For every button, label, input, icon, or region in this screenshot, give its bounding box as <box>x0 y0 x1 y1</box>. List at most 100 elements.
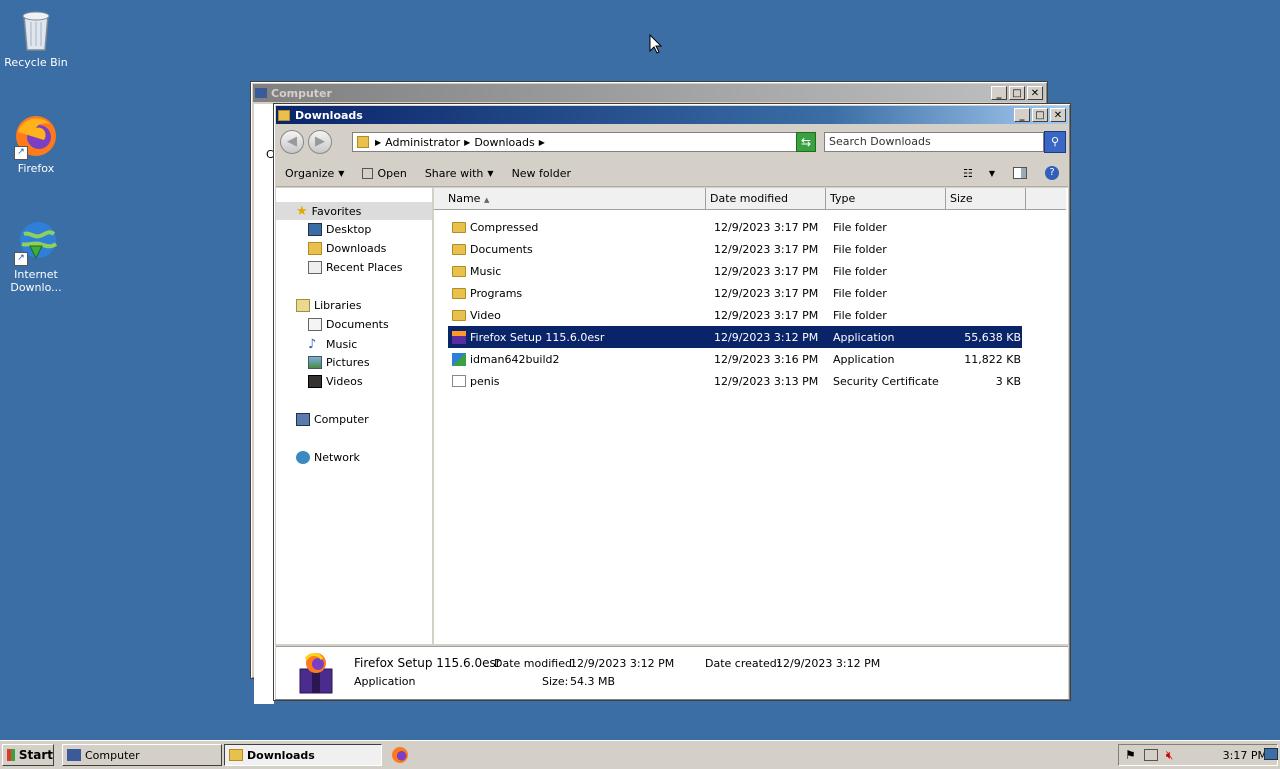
file-name: idman642build2 <box>470 352 560 366</box>
refresh-button[interactable]: ⇆ <box>796 132 816 152</box>
organize-button[interactable]: Organize ▼ <box>276 167 353 180</box>
close-button[interactable]: ✕ <box>1027 86 1043 100</box>
file-date-modified: 12/9/2023 3:16 PM <box>714 352 819 366</box>
nav-label: Computer <box>314 413 369 426</box>
recycle-bin-icon <box>12 6 60 54</box>
open-button[interactable]: Open <box>353 167 415 180</box>
search-input[interactable]: Search Downloads <box>824 132 1044 152</box>
start-button[interactable]: Start <box>2 744 54 766</box>
downloads-folder-icon <box>357 136 369 148</box>
column-header-name[interactable]: Name ▲ <box>434 188 706 210</box>
nav-favorites[interactable]: ★ Favorites <box>296 204 361 219</box>
network-status-icon[interactable] <box>1143 749 1158 761</box>
file-name: Documents <box>470 242 533 256</box>
flag-icon[interactable]: ⚑ <box>1125 748 1136 762</box>
file-row[interactable]: Music 12/9/2023 3:17 PM File folder <box>448 260 1022 282</box>
show-desktop-button[interactable] <box>1264 748 1278 760</box>
folder-icon <box>452 221 466 233</box>
file-row[interactable]: Video 12/9/2023 3:17 PM File folder <box>448 304 1022 326</box>
nav-music[interactable]: ♪ Music <box>308 337 357 352</box>
file-type: Application <box>833 352 895 366</box>
details-size-value: 54.3 MB <box>570 675 616 688</box>
open-label: Open <box>377 166 407 180</box>
maximize-button[interactable]: □ <box>1009 86 1025 100</box>
file-size: 11,822 KB <box>964 352 1021 366</box>
nav-recent-places[interactable]: Recent Places <box>308 261 403 274</box>
nav-documents[interactable]: Documents <box>308 318 389 331</box>
details-date-modified-label: Date modified: <box>494 657 576 670</box>
nav-network[interactable]: Network <box>296 451 360 464</box>
column-header-size[interactable]: Size <box>946 188 1026 210</box>
taskbar-item-label: Downloads <box>247 748 315 762</box>
search-icon[interactable]: ⚲ <box>1044 131 1066 153</box>
computer-window-titlebar[interactable]: Computer _ □ ✕ <box>253 84 1045 102</box>
nav-downloads[interactable]: Downloads <box>308 242 386 255</box>
nav-videos[interactable]: Videos <box>308 375 363 388</box>
file-list: Name ▲ Date modified Type Size Compresse… <box>434 188 1068 644</box>
file-name: Music <box>470 264 502 278</box>
file-row[interactable]: Programs 12/9/2023 3:17 PM File folder <box>448 282 1022 304</box>
breadcrumb-separator-icon: ▶ <box>538 137 545 147</box>
downloads-folder-icon <box>308 242 322 255</box>
navigation-pane: ★ Favorites Desktop Downloads Recent Plac… <box>276 188 434 644</box>
new-folder-button[interactable]: New folder <box>503 167 580 180</box>
column-header-type[interactable]: Type <box>826 188 946 210</box>
start-label: Start <box>18 748 53 762</box>
file-row[interactable]: penis 12/9/2023 3:13 PM Security Certifica… <box>448 370 1022 392</box>
minimize-button[interactable]: _ <box>991 86 1007 100</box>
file-row[interactable]: Firefox Setup 115.6.0esr 12/9/2023 3:12 P… <box>448 326 1022 348</box>
downloads-window[interactable]: Downloads _ □ ✕ ◀ ▶ ▶ Administrator ▶ Do… <box>273 103 1071 701</box>
folder-icon <box>452 243 466 255</box>
clock[interactable]: 3:17 PM <box>1223 749 1267 762</box>
taskbar-item-computer[interactable]: Computer <box>62 744 222 766</box>
music-icon: ♪ <box>308 337 317 352</box>
nav-desktop[interactable]: Desktop <box>308 223 371 236</box>
column-header-date-modified[interactable]: Date modified <box>706 188 826 210</box>
quicklaunch-firefox-icon[interactable] <box>392 747 408 763</box>
shortcut-arrow-icon: ↗ <box>14 252 28 266</box>
view-options-button[interactable]: ☷ ▼ <box>954 167 1004 180</box>
downloads-window-titlebar[interactable]: Downloads _ □ ✕ <box>276 106 1068 124</box>
help-button[interactable]: ? <box>1036 166 1068 180</box>
maximize-button[interactable]: □ <box>1032 108 1048 122</box>
desktop-icon-firefox[interactable]: ↗ Firefox <box>0 112 72 175</box>
minimize-button[interactable]: _ <box>1014 108 1030 122</box>
desktop-icon-internet-download-manager[interactable]: ↗ Internet Downlo... <box>0 218 72 294</box>
file-type: File folder <box>833 308 887 322</box>
address-bar[interactable]: ▶ Administrator ▶ Downloads ▶ ▼ <box>352 132 816 152</box>
file-row[interactable]: Compressed 12/9/2023 3:17 PM File folder <box>448 216 1022 238</box>
file-size: 55,638 KB <box>964 330 1021 344</box>
dropdown-icon: ▼ <box>487 168 494 178</box>
taskbar-item-label: Computer <box>85 748 140 762</box>
nav-label: Desktop <box>326 223 372 236</box>
file-date-modified: 12/9/2023 3:17 PM <box>714 220 819 234</box>
breadcrumb-downloads[interactable]: Downloads <box>474 136 534 149</box>
desktop-icon-recycle-bin[interactable]: Recycle Bin <box>0 6 72 69</box>
view-list-icon: ☷ <box>962 166 973 180</box>
back-button[interactable]: ◀ <box>280 130 304 154</box>
taskbar-item-downloads[interactable]: Downloads <box>224 744 382 766</box>
pictures-icon <box>308 356 322 369</box>
file-row[interactable]: idman642build2 12/9/2023 3:16 PM Applicati… <box>448 348 1022 370</box>
network-icon <box>296 451 310 464</box>
file-type: File folder <box>833 286 887 300</box>
recent-places-icon <box>308 261 322 274</box>
file-row[interactable]: Documents 12/9/2023 3:17 PM File folder <box>448 238 1022 260</box>
breadcrumb-administrator[interactable]: Administrator <box>385 136 460 149</box>
breadcrumb-separator-icon: ▶ <box>375 137 382 147</box>
share-with-button[interactable]: Share with ▼ <box>416 167 503 180</box>
close-button[interactable]: ✕ <box>1050 108 1066 122</box>
globe-download-icon: ↗ <box>12 218 60 266</box>
preview-pane-button[interactable] <box>1004 167 1036 179</box>
nav-libraries[interactable]: Libraries <box>296 299 362 312</box>
firefox-setup-icon <box>452 330 466 344</box>
computer-icon <box>67 749 81 761</box>
windows-logo-icon <box>7 749 15 761</box>
volume-muted-icon[interactable]: 🔇︎ <box>1166 748 1174 763</box>
computer-icon <box>296 413 310 426</box>
nav-computer[interactable]: Computer <box>296 413 369 426</box>
nav-label: Downloads <box>326 242 387 255</box>
dropdown-icon: ▼ <box>338 168 345 178</box>
forward-button[interactable]: ▶ <box>308 130 332 154</box>
nav-pictures[interactable]: Pictures <box>308 356 370 369</box>
